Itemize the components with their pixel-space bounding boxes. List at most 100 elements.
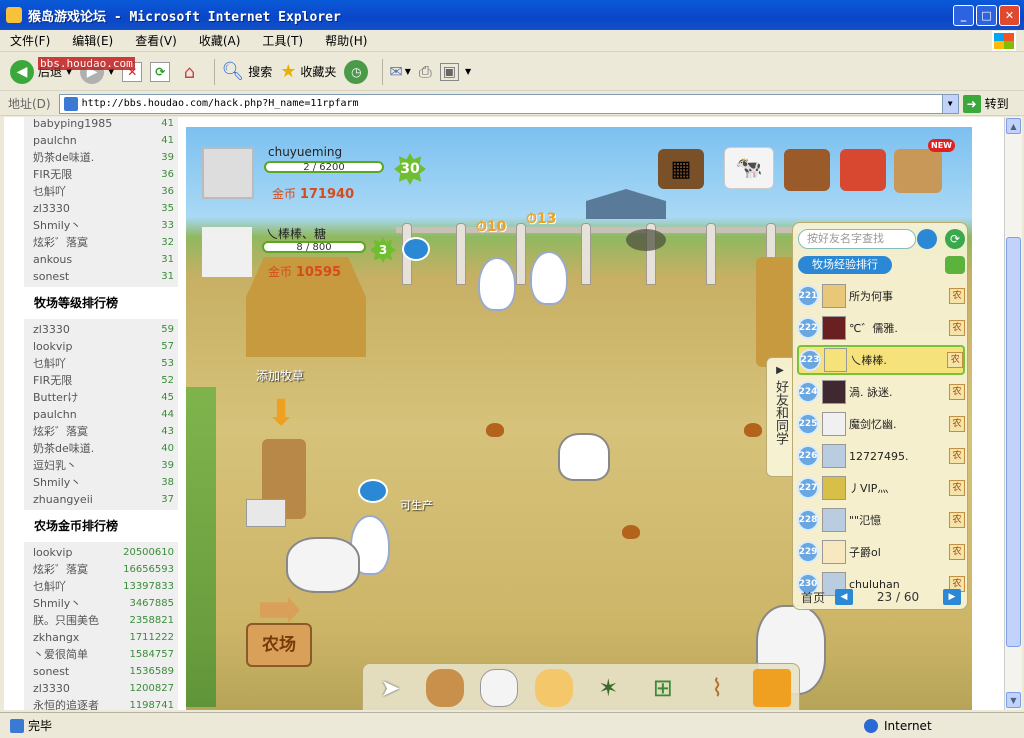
visit-farm-button[interactable]: 农: [949, 544, 965, 560]
visit-farm-button[interactable]: 农: [949, 448, 965, 464]
sheep-animal[interactable]: [286, 537, 360, 593]
farm-field-icon[interactable]: ▦: [658, 149, 704, 189]
friend-row[interactable]: 227 丿VIP灬 农: [797, 473, 965, 503]
address-input[interactable]: http://bbs.houdao.com/hack.php?H_name=11…: [58, 93, 959, 114]
rank-row[interactable]: FIR无限 52: [24, 372, 178, 389]
menu-tools[interactable]: 工具(T): [262, 32, 303, 49]
mail-button[interactable]: ✉ ▼: [389, 62, 411, 81]
rank-row[interactable]: lookvip 57: [24, 338, 178, 355]
close-button[interactable]: ✕: [999, 5, 1020, 26]
rank-row[interactable]: 丶爱很简单 1584757: [24, 646, 178, 663]
edit-button[interactable]: ▣ ▼: [439, 62, 471, 81]
rank-row[interactable]: ankous 31: [24, 251, 178, 268]
search-button[interactable]: 🔍︎ 搜索: [221, 61, 272, 82]
menu-favorites[interactable]: 收藏(A): [199, 32, 241, 49]
rank-row[interactable]: 炫彩゛落寞 16656593: [24, 561, 178, 578]
rank-row[interactable]: Shmily丶 33: [24, 217, 178, 234]
steal-glove-tool-icon[interactable]: [480, 669, 519, 707]
maximize-button[interactable]: □: [976, 5, 997, 26]
visit-farm-button[interactable]: 农: [949, 288, 965, 304]
go-button[interactable]: ➜ 转到: [962, 94, 1009, 113]
ranch-game-area[interactable]: chuyueming 2 / 6200 30 金币 171940 乀棒棒、糖 8…: [186, 127, 972, 710]
friend-search-input[interactable]: 按好友名字查找: [798, 229, 916, 249]
poop-item[interactable]: [622, 525, 640, 539]
my-avatar[interactable]: [202, 147, 254, 199]
friend-row[interactable]: 221 所为何事 农: [797, 281, 965, 311]
chat-bubble-icon[interactable]: [358, 479, 388, 503]
rank-row[interactable]: 朕。只围美色 2358821: [24, 612, 178, 629]
add-grass-label[interactable]: 添加牧草: [256, 367, 304, 384]
mosquito-pest[interactable]: [626, 229, 666, 251]
history-button[interactable]: ◷: [344, 59, 369, 84]
rank-row[interactable]: zhuangyeii 37: [24, 491, 178, 508]
shop-icon[interactable]: [840, 149, 886, 191]
next-page-icon[interactable]: ▶: [942, 589, 961, 605]
rank-row[interactable]: Shmily丶 38: [24, 474, 178, 491]
search-icon[interactable]: [917, 229, 937, 249]
friend-row[interactable]: 222 ℃゛儒雅. 农: [797, 313, 965, 343]
friend-avatar[interactable]: [202, 227, 252, 277]
pointer-tool-icon[interactable]: ➤: [371, 669, 409, 707]
chat-bubble-icon[interactable]: [402, 237, 430, 261]
friend-row[interactable]: 226 12727495. 农: [797, 441, 965, 471]
prev-page-icon[interactable]: ◀: [835, 589, 854, 605]
scroll-down-icon[interactable]: ▼: [1006, 692, 1021, 708]
scrollbar-thumb[interactable]: [1006, 237, 1021, 647]
poop-item[interactable]: [486, 423, 504, 437]
barn-icon[interactable]: [784, 149, 830, 191]
rabbit-animal[interactable]: [530, 251, 568, 305]
friend-row[interactable]: 223 乀棒棒. 农: [797, 345, 965, 375]
friend-row[interactable]: 224 渦. 詠迷. 农: [797, 377, 965, 407]
rank-row[interactable]: sonest 1536589: [24, 663, 178, 680]
print-button[interactable]: ⎙: [419, 62, 432, 82]
menu-help[interactable]: 帮助(H): [325, 32, 367, 49]
swatter-tool-icon[interactable]: ⊞: [644, 669, 682, 707]
rank-row[interactable]: lookvip 20500610: [24, 544, 178, 561]
decorate-icon[interactable]: [894, 149, 942, 193]
rank-row[interactable]: 乜斛吖 53: [24, 355, 178, 372]
rank-row[interactable]: 逗妇乳丶 39: [24, 457, 178, 474]
fries-tool-icon[interactable]: [752, 669, 791, 707]
rank-row[interactable]: babyping1985 41: [24, 117, 178, 132]
home-button[interactable]: ⌂: [178, 62, 200, 83]
visit-farm-button[interactable]: 农: [947, 352, 963, 368]
friend-row[interactable]: 229 子爵ol 农: [797, 537, 965, 567]
vertical-scrollbar[interactable]: ▲ ▼: [1004, 117, 1022, 710]
visit-farm-button[interactable]: 农: [949, 384, 965, 400]
feed-bag-tool-icon[interactable]: [425, 669, 464, 707]
friend-row[interactable]: 228 ""氾憶 农: [797, 505, 965, 535]
rank-row[interactable]: 奶茶de味道. 40: [24, 440, 178, 457]
scroll-up-icon[interactable]: ▲: [1006, 118, 1021, 134]
rank-row[interactable]: 永恒的追逐者 1198741: [24, 697, 178, 710]
rank-row[interactable]: 乜斛吖 13397833: [24, 578, 178, 595]
menu-edit[interactable]: 编辑(E): [72, 32, 113, 49]
visit-farm-button[interactable]: 农: [949, 480, 965, 496]
address-dropdown-icon[interactable]: ▼: [941, 94, 958, 113]
friend-row[interactable]: 225 魔剑忆幽. 农: [797, 409, 965, 439]
ranch-exp-ranking-tab[interactable]: 牧场经验排行: [798, 256, 892, 274]
refresh-icon[interactable]: ⟳: [945, 229, 965, 249]
visit-farm-button[interactable]: 农: [949, 320, 965, 336]
cow-icon[interactable]: 🐄: [724, 147, 774, 189]
broom-tool-icon[interactable]: ⌇: [698, 669, 736, 707]
menu-view[interactable]: 查看(V): [135, 32, 177, 49]
rank-row[interactable]: 乜斛吖 36: [24, 183, 178, 200]
poop-item[interactable]: [744, 423, 762, 437]
menu-file[interactable]: 文件(F): [10, 32, 50, 49]
rank-row[interactable]: zl3330 59: [24, 321, 178, 338]
favorites-button[interactable]: ★ 收藏夹: [280, 61, 336, 82]
rank-row[interactable]: 炫彩゛落寞 43: [24, 423, 178, 440]
friends-classmates-tab[interactable]: ▶ 好友和同学: [766, 357, 794, 477]
farm-sign-button[interactable]: 农场: [246, 623, 312, 667]
rank-row[interactable]: zl3330 1200827: [24, 680, 178, 697]
visit-farm-button[interactable]: 农: [949, 416, 965, 432]
hand-icon[interactable]: [945, 256, 965, 274]
rank-row[interactable]: 奶茶de味道. 39: [24, 149, 178, 166]
rank-row[interactable]: zl3330 35: [24, 200, 178, 217]
first-page-link[interactable]: 首页: [801, 589, 825, 606]
minimize-button[interactable]: _: [953, 5, 974, 26]
rank-row[interactable]: zkhangx 1711222: [24, 629, 178, 646]
rank-row[interactable]: Butterけ 45: [24, 389, 178, 406]
rank-row[interactable]: FIR无限 36: [24, 166, 178, 183]
visit-farm-button[interactable]: 农: [949, 512, 965, 528]
